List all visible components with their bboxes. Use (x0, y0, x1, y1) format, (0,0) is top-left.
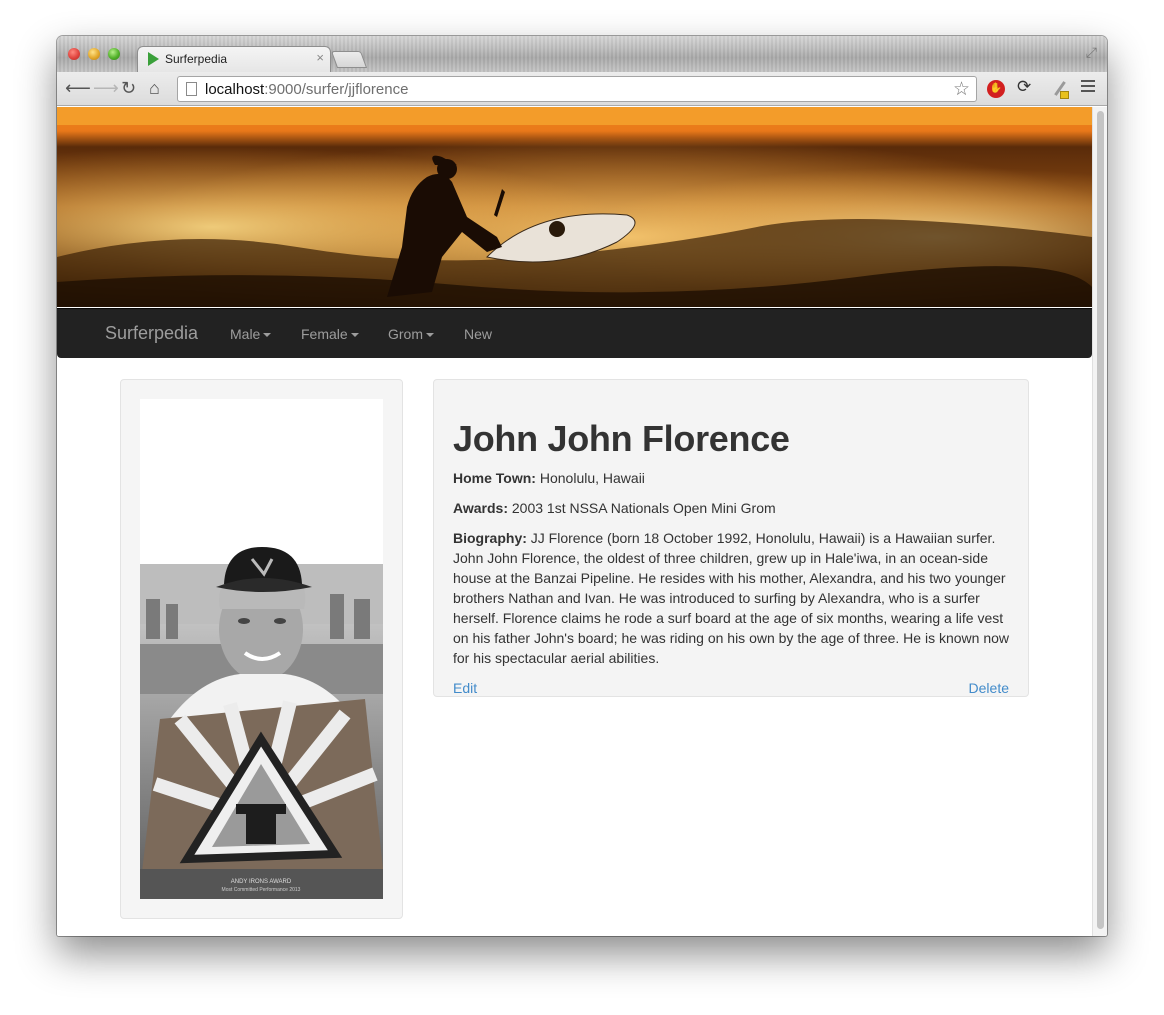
page-icon (186, 82, 197, 96)
play-icon (148, 52, 159, 66)
page-viewport: Surferpedia Male Female Grom New ANDY IR… (57, 107, 1092, 936)
tab-close-icon[interactable]: × (316, 50, 324, 65)
delete-link[interactable]: Delete (969, 680, 1009, 696)
nav-male-dropdown[interactable]: Male (230, 326, 272, 342)
tool-extension-icon[interactable] (1049, 78, 1069, 100)
caret-down-icon (263, 333, 272, 338)
tab-title: Surferpedia (165, 52, 228, 66)
hometown-field: Home Town: Honolulu, Hawaii (453, 470, 645, 486)
url-text[interactable]: localhost:9000/surfer/jjflorence (205, 81, 408, 98)
browser-tab[interactable]: Surferpedia × (137, 46, 331, 72)
caret-down-icon (350, 333, 359, 338)
caret-down-icon (426, 333, 434, 338)
surfer-name: John John Florence (453, 418, 790, 459)
nav-female-dropdown[interactable]: Female (301, 326, 359, 342)
sync-extension-icon[interactable]: ⟳ (1017, 77, 1031, 97)
menu-icon[interactable] (1081, 80, 1095, 95)
award-plaque-title: ANDY IRONS AWARD (231, 879, 292, 885)
stop-extension-icon[interactable]: ✋ (987, 80, 1005, 98)
bookmark-star-icon[interactable]: ☆ (953, 78, 970, 101)
zoom-window-button[interactable] (108, 48, 120, 60)
fullscreen-icon[interactable]: ⤢ (1086, 44, 1097, 61)
forward-arrow-icon[interactable]: ⟶ (93, 78, 119, 98)
back-arrow-icon[interactable]: ⟵ (65, 78, 91, 98)
minimize-window-button[interactable] (88, 48, 100, 60)
nav-new-link[interactable]: New (464, 326, 492, 342)
home-icon[interactable]: ⌂ (149, 78, 160, 98)
new-tab-button[interactable] (330, 51, 368, 68)
biography-field: Biography: JJ Florence (born 18 October … (453, 530, 1010, 666)
edit-link[interactable]: Edit (453, 680, 477, 696)
navbar-brand[interactable]: Surferpedia (105, 323, 198, 344)
browser-window: Surferpedia × ⤢ ⟵ ⟶ ↻ ⌂ localhost:9000/s… (57, 36, 1107, 936)
award-plaque-subtitle: Most Committed Performance 2013 (222, 887, 301, 893)
surf-banner-image (57, 107, 1092, 307)
navbar: Surferpedia Male Female Grom New (57, 308, 1092, 358)
vertical-scrollbar[interactable] (1092, 107, 1107, 936)
surfer-photo: ANDY IRONS AWARD Most Committed Performa… (140, 399, 383, 899)
surfer-info-panel: John John Florence Home Town: Honolulu, … (433, 379, 1029, 697)
nav-grom-dropdown[interactable]: Grom (388, 326, 434, 342)
awards-field: Awards: 2003 1st NSSA Nationals Open Min… (453, 500, 776, 516)
surfer-photo-panel: ANDY IRONS AWARD Most Committed Performa… (120, 379, 403, 919)
reload-icon[interactable]: ↻ (121, 78, 136, 98)
browser-toolbar: ⟵ ⟶ ↻ ⌂ localhost:9000/surfer/jjflorence… (57, 72, 1107, 106)
close-window-button[interactable] (68, 48, 80, 60)
address-bar[interactable]: localhost:9000/surfer/jjflorence ☆ (177, 76, 977, 102)
scrollbar-thumb[interactable] (1097, 111, 1104, 929)
